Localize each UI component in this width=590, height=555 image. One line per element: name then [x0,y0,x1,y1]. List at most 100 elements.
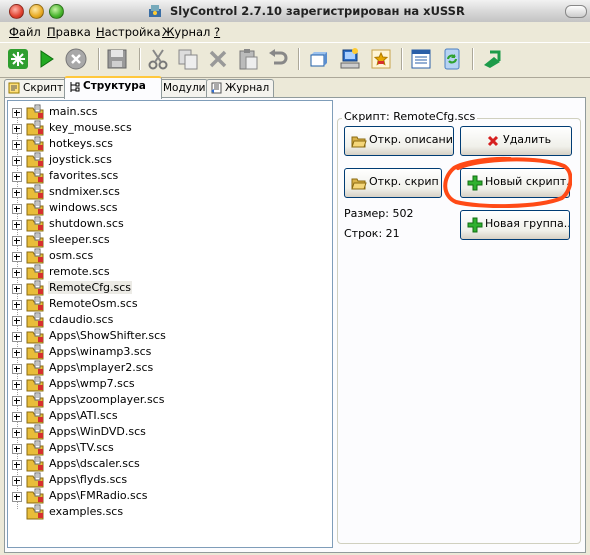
refresh-icon[interactable] [440,47,464,71]
cut-icon[interactable] [146,47,170,71]
tab-script[interactable]: Скрипт [4,79,68,97]
open-description-button[interactable]: Откр. описание. [344,126,454,156]
menu-edit-accel: П [47,25,56,39]
expand-icon[interactable] [12,268,22,278]
expand-icon[interactable] [12,428,22,438]
tree-item[interactable]: main.scs [8,104,308,120]
expand-icon[interactable] [12,444,22,454]
options-icon[interactable] [6,47,30,71]
tree-item[interactable]: favorites.scs [8,168,308,184]
delete-icon[interactable] [206,47,230,71]
tree-item[interactable]: Apps\dscaler.scs [8,456,308,472]
tree-item[interactable]: Apps\flyds.scs [8,472,308,488]
expand-icon[interactable] [12,332,22,342]
script-file-icon [26,312,44,328]
zoom-window-icon[interactable] [49,4,64,19]
expand-icon[interactable] [12,204,22,214]
toolbar [0,42,590,78]
expand-icon[interactable] [12,140,22,150]
favorite-icon[interactable] [369,47,393,71]
tree-item[interactable]: Apps\ShowShifter.scs [8,328,308,344]
expand-icon[interactable] [12,380,22,390]
expand-icon[interactable] [12,492,22,502]
expand-icon[interactable] [12,124,22,134]
delete-x-icon [487,135,499,147]
tree-item[interactable]: key_mouse.scs [8,120,308,136]
expand-icon[interactable] [12,396,22,406]
stop-icon[interactable] [64,47,88,71]
tree-item[interactable]: Apps\WinDVD.scs [8,424,308,440]
tree-item[interactable]: remote.scs [8,264,308,280]
script-tree[interactable]: main.scs key_mouse.scs hotkeys.scs joystick… [7,100,333,548]
save-icon[interactable] [105,47,129,71]
exit-icon[interactable] [480,47,504,71]
expand-icon[interactable] [12,284,22,294]
play-icon[interactable] [34,47,58,71]
tree-item[interactable]: Apps\mplayer2.scs [8,360,308,376]
new-group-button[interactable]: Новая группа... [460,210,570,240]
list-icon[interactable] [409,47,433,71]
toolbar-toggle-button[interactable] [565,5,587,18]
computer-icon[interactable] [338,47,362,71]
tree-item[interactable]: windows.scs [8,200,308,216]
tree-item-label: examples.scs [49,505,124,518]
tree-item[interactable]: examples.scs [8,504,308,520]
expand-icon[interactable] [12,348,22,358]
tree-item[interactable]: joystick.scs [8,152,308,168]
tree-item-label: Apps\ATI.scs [49,409,118,422]
menu-edit[interactable]: Правка [47,25,91,39]
expand-icon[interactable] [12,108,22,118]
menu-help[interactable]: ? [214,25,220,39]
tree-item[interactable]: hotkeys.scs [8,136,308,152]
script-file-icon [26,296,44,312]
tree-item[interactable]: sleeper.scs [8,232,308,248]
script-file-icon [26,360,44,376]
paste-icon[interactable] [236,47,260,71]
tree-item[interactable]: Apps\zoomplayer.scs [8,392,308,408]
tree-item-label: Apps\flyds.scs [49,473,128,486]
copy-icon[interactable] [176,47,200,71]
delete-button[interactable]: Удалить [460,126,572,156]
expand-icon[interactable] [12,460,22,470]
expand-icon[interactable] [12,300,22,310]
tab-journal[interactable]: Журнал [206,79,274,97]
tree-item[interactable]: shutdown.scs [8,216,308,232]
expand-icon[interactable] [12,364,22,374]
window-icon[interactable] [307,47,331,71]
open-script-button[interactable]: Откр. скрип [344,168,442,198]
menu-file[interactable]: Файл [9,25,41,39]
undo-icon[interactable] [266,47,290,71]
tree-item[interactable]: RemoteCfg.scs [8,280,308,296]
minimize-window-icon[interactable] [29,4,44,19]
script-file-icon [26,264,44,280]
expand-icon[interactable] [12,412,22,422]
expand-icon[interactable] [12,220,22,230]
expand-icon[interactable] [12,236,22,246]
script-file-icon [26,408,44,424]
tree-item[interactable]: Apps\wmp7.scs [8,376,308,392]
tree-item[interactable]: Apps\ATI.scs [8,408,308,424]
tab-structure[interactable]: Структура [64,76,162,99]
tree-item[interactable]: Apps\TV.scs [8,440,308,456]
tree-item[interactable]: sndmixer.scs [8,184,308,200]
tree-item-label: osm.scs [49,249,94,262]
expand-icon[interactable] [12,188,22,198]
expand-icon[interactable] [12,156,22,166]
expand-icon[interactable] [12,476,22,486]
app-icon [149,5,161,17]
tree-item[interactable]: osm.scs [8,248,308,264]
tree-item[interactable]: cdaudio.scs [8,312,308,328]
script-file-icon [26,456,44,472]
tree-item[interactable]: RemoteOsm.scs [8,296,308,312]
expand-icon[interactable] [12,316,22,326]
expand-icon[interactable] [12,252,22,262]
tree-item[interactable]: Apps\FMRadio.scs [8,488,308,504]
expand-icon[interactable] [12,172,22,182]
tab-script-label: Скрипт [23,82,64,94]
menu-settings[interactable]: Настройка [96,25,161,39]
script-groupbox-title: Скрипт: RemoteCfg.scs [342,110,478,123]
script-file-icon [26,504,44,520]
menu-journal[interactable]: Журнал [162,25,210,39]
tree-item[interactable]: Apps\winamp3.scs [8,344,308,360]
close-window-icon[interactable] [9,4,24,19]
